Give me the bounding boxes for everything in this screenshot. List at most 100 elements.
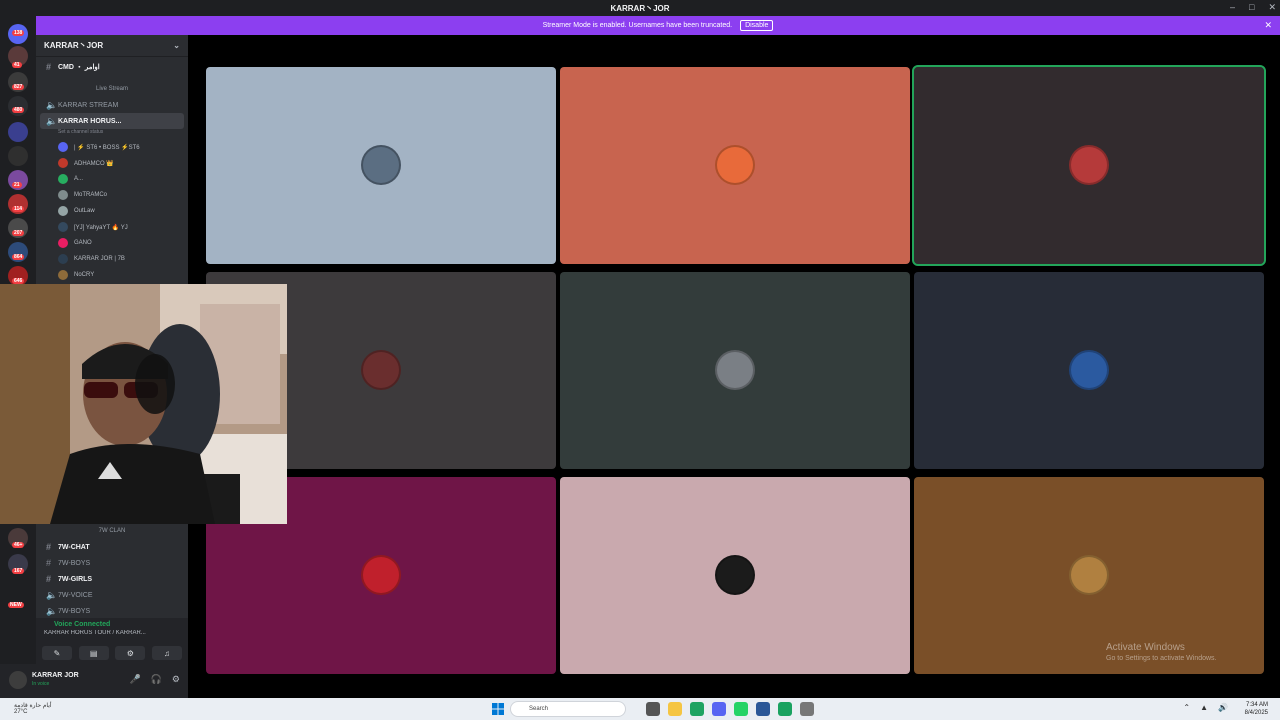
banner-close-icon[interactable]: ✕ <box>1264 20 1272 31</box>
voice-channel-horus[interactable]: 🔈 KARRAR HORUS... <box>40 113 184 129</box>
channel-status[interactable]: Set a channel status <box>36 129 188 139</box>
server-icon[interactable] <box>8 96 28 116</box>
member-name: OutLaw <box>74 208 95 214</box>
whatsapp-icon[interactable] <box>734 702 748 716</box>
taskbar-search[interactable]: Search <box>510 701 626 717</box>
settings-icon[interactable] <box>800 702 814 716</box>
weather-title: أيام حارة قادمة <box>14 703 52 709</box>
guild-badge: 114 <box>12 206 25 212</box>
channel-label: CMD ・ اوامر <box>58 64 100 71</box>
participant-tile[interactable] <box>560 67 910 264</box>
channel-item[interactable]: 🔈 7W-VOICE <box>36 587 188 603</box>
voice-channel-stream[interactable]: 🔈 KARRAR STREAM <box>36 97 188 113</box>
voice-member[interactable]: | ⚡ ST6 • BOSS ⚡ST6 <box>36 139 188 155</box>
voice-member[interactable]: A... <box>36 171 188 187</box>
video-grid <box>188 35 1280 698</box>
server-name: KARRAR丶JOR <box>44 41 104 50</box>
avatar <box>1069 555 1109 595</box>
clock-date: 8/4/2025 <box>1244 710 1268 716</box>
activity-icon[interactable]: ⚙ <box>115 646 146 660</box>
volume-icon[interactable]: 🔊 <box>1218 703 1228 712</box>
channel-label: KARRAR HORUS... <box>58 117 122 125</box>
avatar[interactable] <box>9 671 27 689</box>
avatar <box>58 174 68 184</box>
watermark-title: Activate Windows <box>1106 642 1185 653</box>
member-name: [YJ] YahyaYT 🔥 YJ <box>74 224 128 231</box>
user-status: In voice <box>32 681 50 687</box>
voice-member[interactable]: MoTRAMCo <box>36 187 188 203</box>
voice-member[interactable]: KARRAR JOR | 7B <box>36 251 188 267</box>
participant-tile[interactable] <box>206 67 556 264</box>
guild-badge: 167 <box>12 568 25 574</box>
channel-label: 7W-CHAT <box>58 543 90 551</box>
lower-channel-list: #7W-CHAT #7W-BOYS #7W-GIRLS 🔈 7W-VOICE 🔈 7W-BO… <box>36 539 188 619</box>
participant-tile[interactable] <box>560 477 910 674</box>
network-icon[interactable]: ▲ <box>1200 703 1208 712</box>
channel-item[interactable]: #7W-BOYS <box>36 555 188 571</box>
avatar <box>58 206 68 216</box>
member-name: | ⚡ ST6 • BOSS ⚡ST6 <box>74 144 140 151</box>
voice-channel-name[interactable]: KARRAR HORUS TOUR / KARRAR... <box>36 630 188 636</box>
server-header[interactable]: KARRAR丶JOR ⌄ <box>36 35 188 57</box>
chevron-up-icon[interactable]: ⌃ <box>1183 703 1190 712</box>
channel-item[interactable]: #7W-CHAT <box>36 539 188 555</box>
gear-icon[interactable]: ⚙ <box>172 674 180 685</box>
calculator-icon[interactable] <box>756 702 770 716</box>
participant-tile[interactable] <box>560 272 910 469</box>
guild-badge: 480 <box>12 107 25 113</box>
voice-connected-panel: Voice Connected KARRAR HORUS TOUR / KARR… <box>36 618 188 664</box>
voice-controls: ✎ ▤ ⚙ ♫ <box>42 646 182 660</box>
voice-member[interactable]: ADHAMCO 👑 <box>36 155 188 171</box>
channel-item[interactable]: 🔈 7W-BOYS <box>36 603 188 619</box>
screen-share-icon[interactable]: ▤ <box>78 646 109 660</box>
browser-icon[interactable] <box>690 702 704 716</box>
avatar <box>58 238 68 248</box>
channel-item[interactable]: #7W-GIRLS <box>36 571 188 587</box>
speaker-icon: 🔈 <box>46 589 58 600</box>
close-icon[interactable]: ✕ <box>1268 2 1276 13</box>
speaker-icon: 🔈 <box>46 115 58 126</box>
avatar <box>715 145 755 185</box>
avatar <box>1069 145 1109 185</box>
minimize-icon[interactable]: – <box>1230 2 1235 13</box>
voice-member[interactable]: OutLaw <box>36 203 188 219</box>
chevron-down-icon: ⌄ <box>173 41 180 50</box>
category-7w-clan[interactable]: 7W CLAN <box>36 523 188 539</box>
avatar <box>361 145 401 185</box>
voice-member[interactable]: NoCRY <box>36 267 188 283</box>
participant-tile[interactable] <box>912 65 1266 266</box>
headphones-icon[interactable]: 🎧 <box>151 674 162 685</box>
avatar <box>58 158 68 168</box>
windows-start-icon[interactable] <box>492 703 504 715</box>
weather-widget[interactable]: أيام حارة قادمة 27°C <box>14 702 52 715</box>
file-explorer-icon[interactable] <box>668 702 682 716</box>
banner-text: Streamer Mode is enabled. Usernames have… <box>542 22 733 29</box>
microphone-icon[interactable]: 🎤 <box>129 674 140 685</box>
webcam-image <box>0 284 287 524</box>
user-name: KARRAR JOR <box>32 672 79 679</box>
voice-member[interactable]: GANO <box>36 235 188 251</box>
app-icon[interactable] <box>778 702 792 716</box>
avatar <box>58 142 68 152</box>
channel-cmd[interactable]: # CMD ・ اوامر <box>36 59 188 75</box>
maximize-icon[interactable]: □ <box>1249 2 1254 13</box>
streamer-mode-banner: Streamer Mode is enabled. Usernames have… <box>36 16 1280 35</box>
participant-tile[interactable] <box>914 272 1264 469</box>
camera-icon[interactable]: ✎ <box>42 646 72 660</box>
disable-button[interactable]: Disable <box>740 20 774 31</box>
discord-icon[interactable] <box>712 702 726 716</box>
category-label: Live Stream <box>95 86 128 92</box>
server-icon[interactable] <box>8 146 28 166</box>
system-tray: ⌃ ▲ 🔊 <box>1183 703 1228 712</box>
avatar <box>1069 350 1109 390</box>
voice-status: Voice Connected <box>54 621 111 628</box>
guild-badge: 41 <box>12 62 22 68</box>
soundboard-icon[interactable]: ♫ <box>151 646 182 660</box>
folder-icon[interactable] <box>8 122 28 142</box>
taskbar-clock[interactable]: 7:34 AM 8/4/2025 <box>1245 701 1268 717</box>
avatar <box>361 555 401 595</box>
voice-member[interactable]: [YJ] YahyaYT 🔥 YJ <box>36 219 188 235</box>
member-name: NoCRY <box>74 272 95 278</box>
task-view-icon[interactable] <box>646 702 660 716</box>
category-live-stream[interactable]: Live Stream <box>36 81 188 97</box>
